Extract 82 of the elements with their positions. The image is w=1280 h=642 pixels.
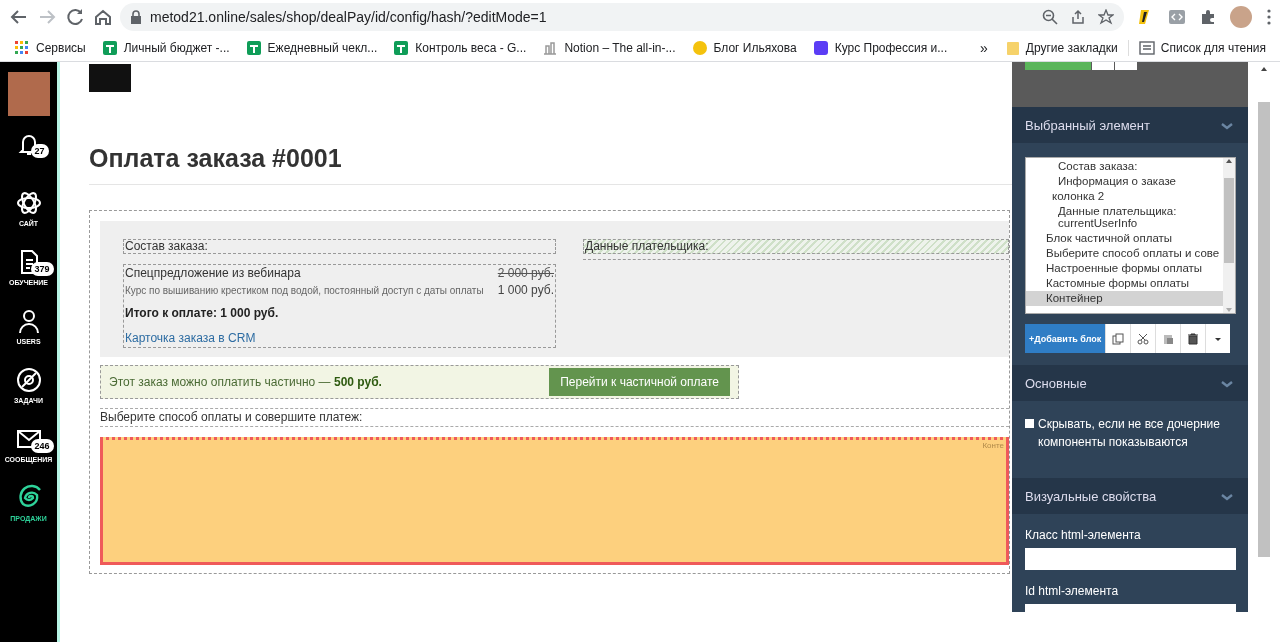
code-icon[interactable] xyxy=(1168,9,1186,25)
reload-icon[interactable] xyxy=(64,6,86,28)
count-badge: 27 xyxy=(30,144,49,158)
bookmark[interactable]: Сервисы xyxy=(8,39,92,56)
add-block-button[interactable]: +Добавить блок xyxy=(1025,324,1106,353)
payment-prompt: Выберите способ оплаты и совершите платеж: xyxy=(100,408,1009,427)
count-badge: 246 xyxy=(30,439,54,453)
scroll-down-icon[interactable] xyxy=(1225,307,1233,313)
tree-item[interactable]: Выберите способ оплаты и сове xyxy=(1026,246,1223,261)
product-name: Спецпредложение из вебинара xyxy=(125,266,301,280)
tree-item[interactable]: Информация о заказе xyxy=(1026,174,1223,189)
zoom-icon[interactable] xyxy=(1042,9,1058,25)
star-icon[interactable] xyxy=(1098,9,1114,25)
bars-icon xyxy=(542,39,559,56)
bookmark[interactable]: Курс Профессия и... xyxy=(806,39,954,56)
page-title: Оплата заказа #0001 xyxy=(89,144,1012,185)
puzzle-icon[interactable] xyxy=(1200,9,1216,25)
price: 1 000 руб. xyxy=(497,283,554,297)
scrollbar-thumb[interactable] xyxy=(1224,178,1234,263)
section-heading: Состав заказа: xyxy=(123,239,556,254)
share-icon[interactable] xyxy=(1070,9,1086,25)
bookmark[interactable]: Notion – The all-in-... xyxy=(536,39,682,56)
old-price: 2 000 руб. xyxy=(497,266,554,280)
bookmarks-overflow[interactable]: » xyxy=(972,39,996,56)
chevron-down-icon[interactable] xyxy=(1220,491,1234,501)
logo xyxy=(89,64,131,92)
profile-avatar-icon[interactable] xyxy=(1230,6,1252,28)
bookmark-folder[interactable]: Другие закладки xyxy=(999,39,1124,56)
copy-icon xyxy=(1112,332,1125,345)
container-label: Конте xyxy=(982,441,1004,450)
scissors-icon xyxy=(1137,332,1150,345)
order-total: Итого к оплате: 1 000 руб. xyxy=(125,306,280,320)
checkbox[interactable] xyxy=(1025,419,1034,428)
bookmark[interactable]: Личный бюджет -... xyxy=(95,39,236,56)
circle-icon xyxy=(691,39,708,56)
tree-item[interactable]: Данные плательщика: currentUserInfo xyxy=(1026,204,1223,231)
tree-item[interactable]: Состав заказа: xyxy=(1026,159,1223,174)
section-heading: Данные плательщика: xyxy=(583,239,1009,254)
url-text: metod21.online/sales/shop/dealPay/id/config/hash/?editMode=1 xyxy=(150,9,548,25)
address-bar[interactable]: metod21.online/sales/shop/dealPay/id/config/hash/?editMode=1 xyxy=(120,3,1124,31)
section-header[interactable]: Основные xyxy=(1012,365,1248,401)
avatar-photo[interactable] xyxy=(7,72,50,116)
crm-link[interactable]: Карточка заказа в CRM xyxy=(125,331,554,345)
tree-item[interactable]: колонка 2 xyxy=(1026,189,1223,204)
bookmark[interactable]: Блог Ильяхова xyxy=(685,39,803,56)
bookmark[interactable]: Ежедневный чекл... xyxy=(239,39,384,56)
chevron-down-icon[interactable] xyxy=(1220,120,1234,130)
sheet-icon xyxy=(101,39,118,56)
reading-list[interactable]: Список для чтения xyxy=(1127,39,1272,56)
compass-icon xyxy=(14,366,43,394)
partial-payment-banner: Этот заказ можно оплатить частично — 500 руб. Перейти к частичной оплате xyxy=(100,365,739,399)
tree-item[interactable]: Кастомные формы оплаты xyxy=(1026,276,1223,291)
hide-checkbox-label[interactable]: Скрывать, если не все дочерние компоненты показываются xyxy=(1012,401,1248,464)
product-description: Курс по вышиванию крестиком под водой, постоянный доступ с даты оплаты xyxy=(125,285,484,296)
bookmark[interactable]: Контроль веса - G... xyxy=(387,39,533,56)
lock-icon xyxy=(130,10,142,24)
folder-icon xyxy=(1005,39,1020,56)
chevron-down-icon[interactable] xyxy=(1220,378,1234,388)
field-label: Id html-элемента xyxy=(1025,584,1120,598)
section-header[interactable]: Визуальные свойства xyxy=(1012,478,1248,514)
scroll-up-icon[interactable] xyxy=(1260,66,1268,72)
sheet-icon xyxy=(245,39,262,56)
list-icon xyxy=(1138,39,1155,56)
more-icon[interactable] xyxy=(1266,8,1272,26)
trash-icon xyxy=(1187,332,1200,345)
tree-item[interactable]: Блок частичной оплаты xyxy=(1026,231,1223,246)
tree-item[interactable]: Настроенные формы оплаты xyxy=(1026,261,1223,276)
toolbar-button[interactable] xyxy=(1180,324,1206,353)
partial-payment-button[interactable]: Перейти к частичной оплате xyxy=(549,368,730,396)
scroll-up-icon[interactable] xyxy=(1225,158,1233,164)
input-field[interactable] xyxy=(1025,548,1236,570)
rail-item[interactable]: 27 xyxy=(0,130,57,189)
field-label: Класс html-элемента xyxy=(1025,528,1142,542)
square-icon xyxy=(812,39,829,56)
scrollbar-thumb[interactable] xyxy=(1258,102,1270,557)
sheet-icon xyxy=(393,39,410,56)
apps-grid-icon xyxy=(14,39,30,56)
tree-item[interactable]: Контейнер xyxy=(1026,291,1223,306)
paste-icon xyxy=(1162,332,1175,345)
count-badge: 379 xyxy=(30,262,54,276)
toolbar-button[interactable] xyxy=(1205,324,1231,353)
section-header[interactable]: Выбранный элемент xyxy=(1012,107,1248,143)
